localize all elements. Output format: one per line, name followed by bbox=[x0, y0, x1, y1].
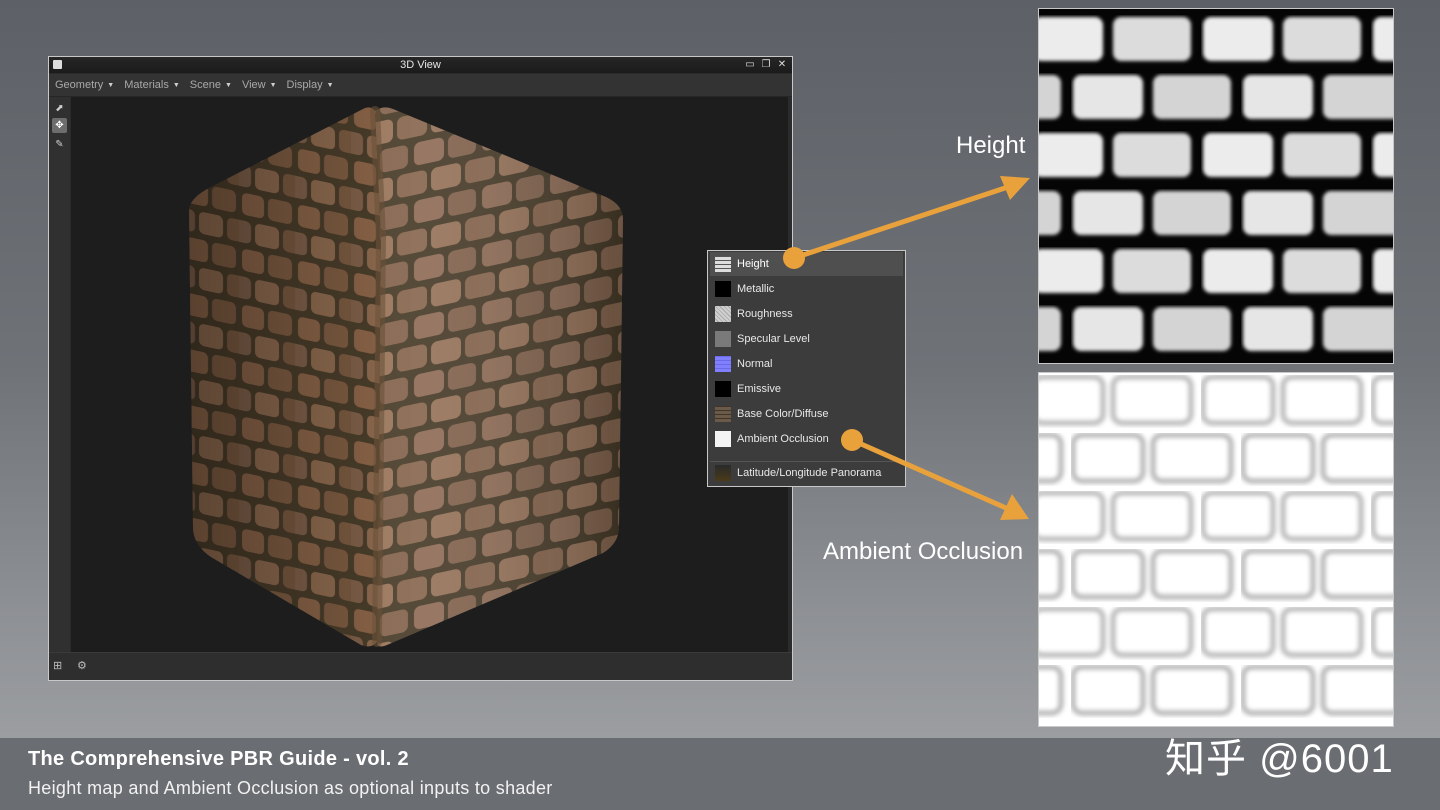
close-icon[interactable]: ✕ bbox=[776, 57, 788, 73]
caption-subtitle: Height map and Ambient Occlusion as opti… bbox=[28, 778, 553, 798]
gray-swatch-icon bbox=[715, 331, 731, 347]
watermark: 知乎 @6001 bbox=[1165, 737, 1394, 781]
window-titlebar[interactable]: 3D View ▭ ❐ ✕ bbox=[49, 57, 792, 73]
camera-tool-icon[interactable]: ✥ bbox=[52, 118, 67, 133]
height-map-swatch-icon bbox=[715, 256, 731, 272]
ambient-occlusion-map-image bbox=[1038, 372, 1394, 727]
dropdown-item-specular-level[interactable]: Specular Level bbox=[710, 327, 903, 351]
ambient-occlusion-label: Ambient Occlusion bbox=[823, 538, 1024, 565]
pin-icon[interactable]: ▭ bbox=[744, 57, 756, 73]
panorama-swatch-icon bbox=[715, 465, 731, 481]
brick-cube-render bbox=[189, 106, 623, 647]
dropdown-item-normal[interactable]: Normal bbox=[710, 352, 903, 376]
caret-down-icon: ▼ bbox=[326, 81, 334, 89]
light-gray-noise-swatch-icon bbox=[715, 306, 731, 322]
dropdown-item-panorama[interactable]: Latitude/Longitude Panorama bbox=[710, 461, 903, 485]
dropdown-item-ambient-occlusion[interactable]: Ambient Occlusion bbox=[710, 427, 903, 451]
caret-down-icon: ▼ bbox=[269, 81, 277, 89]
dropdown-item-emissive[interactable]: Emissive bbox=[710, 377, 903, 401]
menu-bar: Geometry ▼ Materials ▼ Scene ▼ View ▼ Displa… bbox=[49, 74, 792, 97]
black-swatch-icon bbox=[715, 381, 731, 397]
map-channel-dropdown: Height Metallic Roughness Specular Level… bbox=[707, 250, 906, 487]
detach-icon[interactable]: ⬈ bbox=[52, 101, 67, 116]
ao-map-texture bbox=[1039, 373, 1393, 726]
height-map-texture bbox=[1039, 9, 1393, 363]
3d-view-window: 3D View ▭ ❐ ✕ Geometry ▼ Materials ▼ Scene… bbox=[48, 56, 793, 681]
menu-scene[interactable]: Scene ▼ bbox=[190, 79, 232, 91]
menu-materials[interactable]: Materials ▼ bbox=[124, 79, 180, 91]
light-tool-icon[interactable]: ✎ bbox=[52, 137, 67, 152]
blue-normal-swatch-icon bbox=[715, 356, 731, 372]
app-logo-icon bbox=[53, 60, 62, 69]
dropdown-item-base-color[interactable]: Base Color/Diffuse bbox=[710, 402, 903, 426]
menu-display[interactable]: Display ▼ bbox=[287, 79, 334, 91]
black-swatch-icon bbox=[715, 281, 731, 297]
caret-down-icon: ▼ bbox=[225, 81, 232, 89]
menu-view[interactable]: View ▼ bbox=[242, 79, 277, 91]
menu-geometry[interactable]: Geometry ▼ bbox=[55, 79, 114, 91]
dropdown-item-metallic[interactable]: Metallic bbox=[710, 277, 903, 301]
caret-down-icon: ▼ bbox=[107, 81, 115, 89]
3d-viewport[interactable] bbox=[71, 97, 788, 652]
window-title: 3D View bbox=[400, 59, 441, 71]
scene-tree-icon[interactable]: ⊞ bbox=[53, 659, 62, 672]
dropdown-item-roughness[interactable]: Roughness bbox=[710, 302, 903, 326]
status-bar: ⊞ ⚙ bbox=[49, 652, 792, 680]
caption-title: The Comprehensive PBR Guide - vol. 2 bbox=[28, 748, 409, 770]
white-swatch-icon bbox=[715, 431, 731, 447]
dropdown-item-height[interactable]: Height bbox=[710, 252, 903, 276]
height-label: Height bbox=[956, 132, 1026, 159]
height-map-image bbox=[1038, 8, 1394, 364]
restore-icon[interactable]: ❐ bbox=[760, 57, 772, 73]
caret-down-icon: ▼ bbox=[172, 81, 180, 89]
tool-strip: ⬈ ✥ ✎ bbox=[49, 97, 70, 652]
brick-color-swatch-icon bbox=[715, 406, 731, 422]
settings-gears-icon[interactable]: ⚙ bbox=[77, 659, 87, 672]
